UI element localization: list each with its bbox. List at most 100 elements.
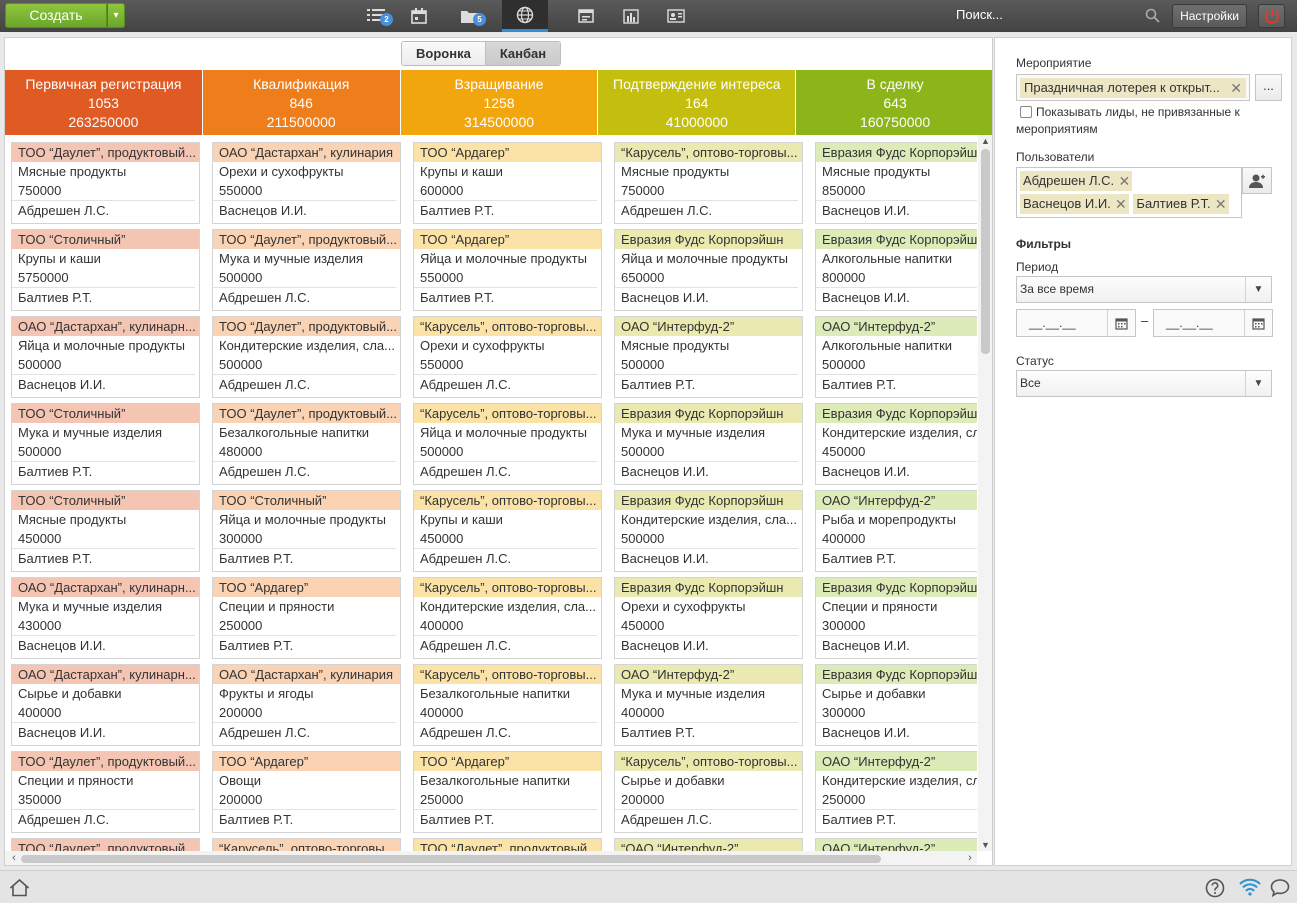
stage-header[interactable]: Первичная регистрация 1053 263250000 [5,70,203,135]
globe-icon[interactable] [502,0,548,32]
user-chip[interactable]: Балтиев Р.Т. ✕ [1133,194,1229,214]
event-more-button[interactable]: ... [1255,74,1282,101]
lead-card[interactable]: ОАО “Интерфуд-2” Алкогольные напитки 50000… [815,316,977,398]
select-users-button[interactable] [1242,167,1272,194]
scroll-up-icon[interactable]: ▲ [978,135,992,147]
lead-card[interactable]: ТОО “Столичный” Яйца и молочные продукты 3… [212,490,401,572]
lead-card[interactable]: ОАО “Интерфуд-2” [815,838,977,851]
lead-card[interactable]: Евразия Фудс Корпорэйшн Специи и пряности… [815,577,977,659]
lead-amount: 450000 [18,531,62,546]
lead-card[interactable]: ТОО “Столичный” Мука и мучные изделия 5000… [11,403,200,485]
lead-card[interactable]: ОАО “Интерфуд-2” Кондитерские изделия, сл… [815,751,977,833]
lead-card[interactable]: ОАО “Дастархан”, кулинарн... Мука и мучны… [11,577,200,659]
lead-card[interactable]: ОАО “Дастархан”, кулинария Орехи и сухофр… [212,142,401,224]
lead-card[interactable]: ТОО “Даулет”, продуктовый... Безалкогольн… [212,403,401,485]
stage-header[interactable]: Взращивание 1258 314500000 [400,70,599,135]
period-select[interactable]: За все время ▼ [1016,276,1272,303]
lead-card[interactable]: ТОО “Даулет”, продуктовый... Кондитерские… [212,316,401,398]
lead-card[interactable]: “Карусель”, оптово-торговы... Мясные прод… [614,142,803,224]
lead-card[interactable]: “Карусель”, оптово-торговы... Безалкоголь… [413,664,602,746]
lead-card[interactable]: ОАО “Интерфуд-2” Мясные продукты 500000 Бал… [614,316,803,398]
bar-chart-icon[interactable] [611,0,651,32]
user-chip[interactable]: Абдрешен Л.С. ✕ [1020,171,1133,191]
calendar-icon[interactable] [1244,310,1272,336]
lead-card[interactable]: “ОАО “Интерфуд-2” [614,838,803,851]
lead-card[interactable]: ОАО “Дастархан”, кулинарн... Сырье и доба… [11,664,200,746]
lead-card[interactable]: “Карусель”, оптово-торговы... Сырье и доб… [614,751,803,833]
scroll-thumb[interactable] [981,149,990,354]
power-icon [1264,9,1279,24]
lead-card[interactable]: ТОО “Даулет”, продуктовый... Специи и пря… [11,751,200,833]
lead-card[interactable]: ТОО “Столичный” Крупы и каши 5750000 Балтие… [11,229,200,311]
lead-card[interactable]: Евразия Фудс Корпорэйшн Кондитерские изде… [815,403,977,485]
lead-card[interactable]: “Карусель”, оптово-торговы... Кондитерски… [413,577,602,659]
lead-card[interactable]: ТОО “Даулет”, продуктовый... Мука и мучны… [212,229,401,311]
power-button[interactable] [1258,4,1285,28]
lead-card[interactable]: “Карусель”, оптово-торговы... [212,838,401,851]
lead-card[interactable]: ОАО “Дастархан”, кулинария Фрукты и ягоды… [212,664,401,746]
remove-icon[interactable]: ✕ [1115,194,1127,214]
calendar-icon[interactable] [399,0,439,32]
create-button[interactable]: Создать [5,3,107,28]
lead-card[interactable]: ТОО “Ардагер” Специи и пряности 250000 Балт… [212,577,401,659]
calendar-icon[interactable] [1107,310,1135,336]
user-chip[interactable]: Васнецов И.И. ✕ [1020,194,1129,214]
vertical-scrollbar[interactable]: ▲ ▼ [978,135,992,851]
remove-icon[interactable]: ✕ [1230,78,1242,98]
lead-card[interactable]: ТОО “Ардагер” Яйца и молочные продукты 550… [413,229,602,311]
lead-card[interactable]: Евразия Фудс Корпорэйшн Сырье и добавки 30… [815,664,977,746]
lead-card[interactable]: ТОО “Ардагер” Овощи 200000 Балтиев Р.Т. [212,751,401,833]
date-to-field[interactable]: __.__.__ [1153,309,1273,337]
lead-product: Мясные продукты [18,164,127,179]
lead-card[interactable]: “Карусель”, оптово-торговы... Крупы и каш… [413,490,602,572]
lead-card[interactable]: ТОО “Столичный” Мясные продукты 450000 Балт… [11,490,200,572]
lead-card[interactable]: Евразия Фудс Корпорэйшн Орехи и сухофрукт… [614,577,803,659]
settings-button[interactable]: Настройки [1172,4,1247,28]
scroll-down-icon[interactable]: ▼ [978,839,992,851]
lead-card[interactable]: ТОО “Ардагер” Крупы и каши 600000 Балтиев Р… [413,142,602,224]
lead-card[interactable]: ТОО “Даулет”, продуктовый... [413,838,602,851]
event-field[interactable]: Праздничная лотерея к открыт... ✕ [1016,74,1250,101]
home-icon[interactable] [9,878,30,900]
horizontal-scrollbar[interactable]: ‹ › [5,851,977,865]
lead-company: “ОАО “Интерфуд-2” [615,839,802,851]
hscroll-thumb[interactable] [21,855,881,863]
lead-card[interactable]: Евразия Фудс Корпорэйшн Мука и мучные изд… [614,403,803,485]
tab-kanban[interactable]: Канбан [484,42,561,65]
lead-card[interactable]: ТОО “Даулет”, продуктовый... [11,838,200,851]
folders-icon[interactable]: 5 [450,0,490,32]
lead-card[interactable]: Евразия Фудс Корпорэйшн Яйца и молочные п… [614,229,803,311]
remove-icon[interactable]: ✕ [1118,171,1130,191]
date-from-field[interactable]: __.__.__ [1016,309,1136,337]
tab-funnel[interactable]: Воронка [402,42,485,65]
window-icon[interactable] [566,0,606,32]
search-icon[interactable] [1145,8,1160,26]
create-dropdown-button[interactable]: ▾ [107,3,125,28]
lead-card[interactable]: ОАО “Интерфуд-2” Мука и мучные изделия 400… [614,664,803,746]
remove-icon[interactable]: ✕ [1215,194,1227,214]
lead-card[interactable]: ТОО “Ардагер” Безалкогольные напитки 25000… [413,751,602,833]
lead-card[interactable]: Евразия Фудс Корпорэйшн Кондитерские изде… [614,490,803,572]
lead-card[interactable]: ОАО “Дастархан”, кулинарн... Яйца и молоч… [11,316,200,398]
stage-header[interactable]: Подтверждение интереса 164 41000000 [598,70,797,135]
status-select[interactable]: Все ▼ [1016,370,1272,397]
lead-card[interactable]: ТОО “Даулет”, продуктовый... Мясные проду… [11,142,200,224]
chat-icon[interactable] [1270,878,1290,900]
wifi-icon[interactable] [1239,878,1261,899]
lead-card[interactable]: “Карусель”, оптово-торговы... Орехи и сух… [413,316,602,398]
scroll-right-icon[interactable]: › [963,851,977,865]
search-input[interactable]: Поиск... [956,7,1003,22]
event-chip[interactable]: Праздничная лотерея к открыт... ✕ [1020,78,1246,98]
lead-card[interactable]: ОАО “Интерфуд-2” Рыба и морепродукты 40000… [815,490,977,572]
scroll-left-icon[interactable]: ‹ [7,851,21,865]
stage-header[interactable]: Квалификация 846 211500000 [202,70,401,135]
tasks-icon[interactable]: 2 [357,0,397,32]
contact-card-icon[interactable] [656,0,696,32]
users-field[interactable]: Абдрешен Л.С. ✕ Васнецов И.И. ✕ Балтиев Р.… [1016,167,1242,218]
help-icon[interactable] [1205,878,1225,901]
stage-count: 1258 [483,95,515,111]
stage-header[interactable]: В сделку 643 160750000 [796,70,992,135]
lead-card[interactable]: “Карусель”, оптово-торговы... Яйца и моло… [413,403,602,485]
lead-card[interactable]: Евразия Фудс Корпорэйшн Алкогольные напит… [815,229,977,311]
lead-card[interactable]: Евразия Фудс Корпорэйшн Мясные продукты 85… [815,142,977,224]
